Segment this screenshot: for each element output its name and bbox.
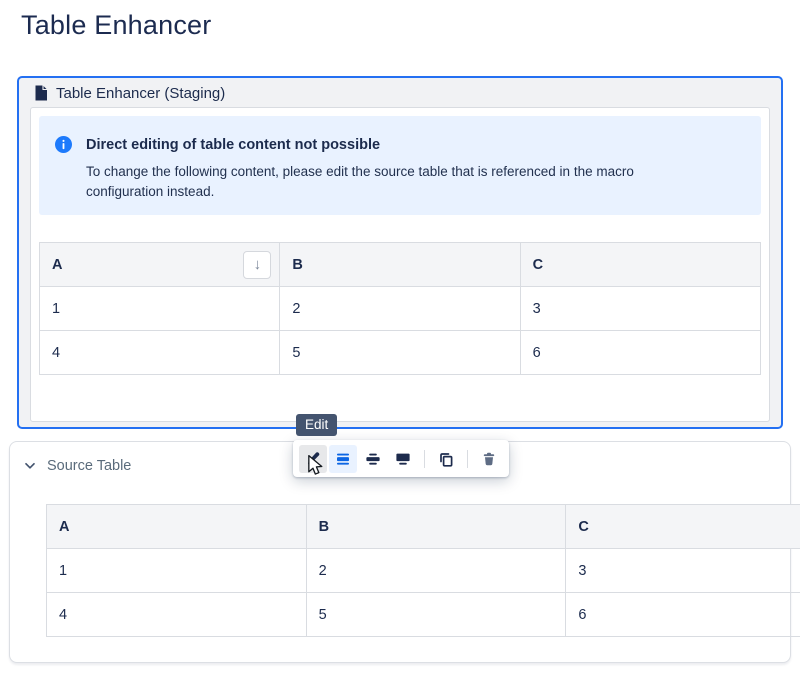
document-icon xyxy=(34,85,48,101)
table-cell: 5 xyxy=(280,331,520,375)
staging-header-c: C xyxy=(520,243,760,287)
table-row: 4 5 6 xyxy=(40,331,761,375)
info-banner-title: Direct editing of table content not poss… xyxy=(86,137,696,153)
toolbar-divider xyxy=(467,450,468,468)
table-cell: 3 xyxy=(520,287,760,331)
arrow-down-icon: ↓ xyxy=(254,257,262,272)
info-banner-body: To change the following content, please … xyxy=(86,162,696,202)
table-row: 1 2 3 xyxy=(47,549,800,593)
staging-macro-panel[interactable]: Table Enhancer (Staging) Direct editing … xyxy=(17,76,783,429)
info-banner: Direct editing of table content not poss… xyxy=(39,116,761,215)
table-cell: 4 xyxy=(40,331,280,375)
source-table-label: Source Table xyxy=(47,458,131,474)
table-header-row: A B C xyxy=(47,505,800,549)
edit-tooltip: Edit xyxy=(296,414,337,436)
table-cell: 3 xyxy=(566,549,800,593)
table-cell: 1 xyxy=(47,549,307,593)
table-cell: 6 xyxy=(566,593,800,637)
layout-center-icon xyxy=(335,451,351,467)
source-table: A B C 1 2 3 4 5 6 xyxy=(46,504,800,637)
table-cell: 2 xyxy=(280,287,520,331)
layout-full-width-icon xyxy=(395,451,411,467)
table-cell: 4 xyxy=(47,593,307,637)
table-cell: 2 xyxy=(306,549,566,593)
table-cell: 6 xyxy=(520,331,760,375)
staging-header-b: B xyxy=(280,243,520,287)
staging-panel-title: Table Enhancer (Staging) xyxy=(56,85,225,102)
header-label: A xyxy=(52,257,62,273)
table-header-row: A ↓ B C xyxy=(40,243,761,287)
layout-center-button[interactable] xyxy=(329,445,357,473)
table-cell: 5 xyxy=(306,593,566,637)
delete-button[interactable] xyxy=(475,445,503,473)
layout-wide-button[interactable] xyxy=(359,445,387,473)
copy-icon xyxy=(438,451,454,467)
table-enhancer-page: Table Enhancer Table Enhancer (Staging) … xyxy=(0,0,800,677)
staging-header-a: A ↓ xyxy=(40,243,280,287)
source-header-c: C xyxy=(566,505,800,549)
table-row: 4 5 6 xyxy=(47,593,800,637)
staging-panel-body: Direct editing of table content not poss… xyxy=(30,107,770,422)
staging-panel-header: Table Enhancer (Staging) xyxy=(19,78,781,108)
chevron-down-icon xyxy=(24,460,36,472)
layout-full-width-button[interactable] xyxy=(389,445,417,473)
mouse-cursor xyxy=(307,455,324,475)
table-cell: 1 xyxy=(40,287,280,331)
info-icon xyxy=(55,136,72,153)
source-header-a: A xyxy=(47,505,307,549)
table-row: 1 2 3 xyxy=(40,287,761,331)
layout-wide-icon xyxy=(365,451,381,467)
trash-icon xyxy=(481,451,497,467)
macro-toolbar xyxy=(293,440,509,477)
sort-descending-button[interactable]: ↓ xyxy=(243,251,271,279)
toolbar-divider xyxy=(424,450,425,468)
staging-table: A ↓ B C 1 2 3 xyxy=(39,242,761,375)
source-header-b: B xyxy=(306,505,566,549)
copy-button[interactable] xyxy=(432,445,460,473)
page-title: Table Enhancer xyxy=(21,10,211,41)
